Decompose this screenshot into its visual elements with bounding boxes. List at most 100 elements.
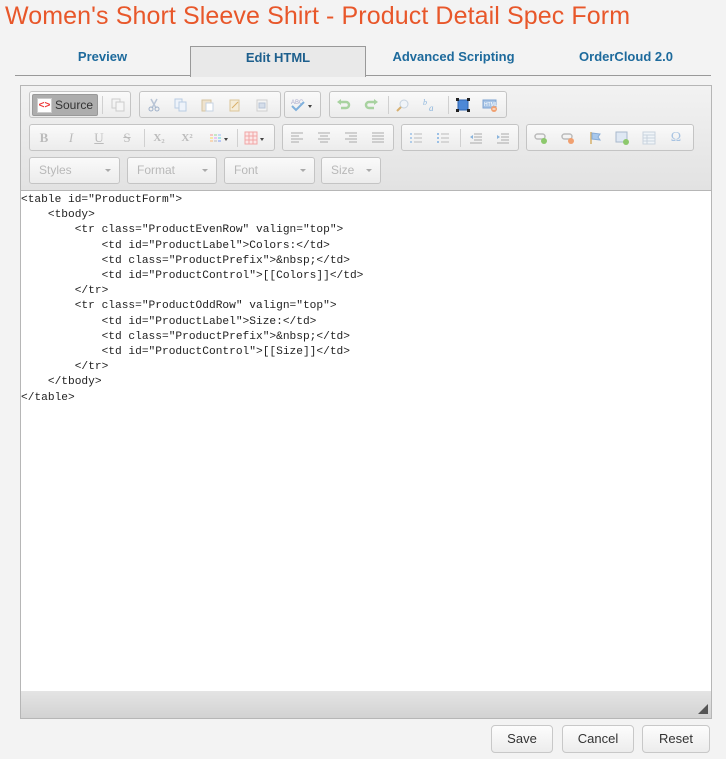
anchor-icon bbox=[590, 131, 602, 144]
resize-grip-icon[interactable] bbox=[698, 704, 708, 714]
italic-button[interactable]: I bbox=[60, 127, 82, 148]
editor-toolbar: <> Source ABC b a HTML B I U S X₂ X² Ω S… bbox=[21, 86, 711, 190]
source-icon: <> bbox=[37, 97, 52, 113]
size-label: Size bbox=[331, 163, 355, 177]
size-dropdown[interactable]: Size bbox=[321, 157, 381, 184]
styles-label: Styles bbox=[39, 163, 72, 177]
code-line: <td id="ProductControl">[[Colors]]</td> bbox=[21, 270, 364, 283]
superscript-button[interactable]: X² bbox=[176, 127, 198, 148]
subscript-button[interactable]: X₂ bbox=[148, 127, 170, 148]
align-right-icon bbox=[345, 132, 357, 142]
toolbar-group-clipboard bbox=[139, 91, 281, 118]
replace-icon: ba bbox=[423, 98, 434, 112]
paste-button[interactable] bbox=[197, 94, 219, 115]
underline-button[interactable]: U bbox=[88, 127, 110, 148]
templates-button[interactable] bbox=[107, 94, 129, 115]
tab-preview[interactable]: Preview bbox=[15, 46, 190, 76]
tab-advanced-scripting[interactable]: Advanced Scripting bbox=[366, 46, 541, 76]
paste-text-button[interactable] bbox=[224, 94, 246, 115]
replace-button[interactable]: ba bbox=[419, 94, 441, 115]
insert-table-button[interactable] bbox=[638, 127, 660, 148]
code-line: </table> bbox=[21, 391, 75, 404]
bold-button[interactable]: B bbox=[33, 127, 55, 148]
paste-word-icon bbox=[256, 99, 268, 111]
save-button[interactable]: Save bbox=[491, 725, 553, 753]
align-right-button[interactable] bbox=[340, 127, 362, 148]
paste-word-button[interactable] bbox=[251, 94, 273, 115]
image-button[interactable] bbox=[611, 127, 633, 148]
justify-icon bbox=[372, 132, 384, 142]
chevron-down-icon bbox=[105, 169, 111, 172]
cancel-button[interactable]: Cancel bbox=[562, 725, 634, 753]
format-label: Format bbox=[137, 163, 176, 177]
code-line: <tr class="ProductOddRow" valign="top"> bbox=[21, 300, 337, 313]
outdent-button[interactable] bbox=[465, 127, 487, 148]
tab-bar: Preview Edit HTML Advanced Scripting Ord… bbox=[15, 46, 711, 77]
justify-button[interactable] bbox=[367, 127, 389, 148]
link-button[interactable] bbox=[530, 127, 552, 148]
source-code: <table id="ProductForm"> <tbody> <tr cla… bbox=[21, 191, 711, 406]
text-color-button[interactable] bbox=[206, 127, 234, 148]
code-line: <table id="ProductForm"> bbox=[21, 194, 183, 206]
editor-status-bar bbox=[21, 691, 711, 718]
insert-table-icon bbox=[642, 131, 656, 144]
bulleted-list-button[interactable] bbox=[432, 127, 454, 148]
text-color-icon bbox=[210, 133, 228, 142]
templates-icon bbox=[111, 98, 125, 111]
chevron-down-icon bbox=[202, 169, 208, 172]
source-code-textarea[interactable]: <table id="ProductForm"> <tbody> <tr cla… bbox=[21, 190, 711, 692]
html-editor: <> Source ABC b a HTML B I U S X₂ X² Ω S… bbox=[20, 85, 712, 719]
source-button[interactable]: <> Source bbox=[32, 94, 98, 116]
table-button[interactable] bbox=[242, 127, 270, 148]
anchor-button[interactable] bbox=[584, 127, 606, 148]
paste-icon bbox=[201, 99, 214, 111]
align-left-icon bbox=[291, 132, 303, 142]
unlink-icon bbox=[561, 132, 574, 144]
code-line: <td id="ProductControl">[[Size]]</td> bbox=[21, 346, 350, 359]
code-line: <td id="ProductLabel">Colors:</td> bbox=[21, 239, 330, 252]
redo-button[interactable] bbox=[360, 94, 382, 115]
redo-icon bbox=[364, 98, 378, 109]
styles-dropdown[interactable]: Styles bbox=[29, 157, 120, 184]
toolbar-group-document: <> Source bbox=[29, 91, 131, 118]
table-icon bbox=[244, 131, 264, 144]
tab-ordercloud[interactable]: OrderCloud 2.0 bbox=[541, 46, 711, 76]
spellcheck-button[interactable]: ABC bbox=[288, 94, 318, 115]
link-icon bbox=[534, 132, 547, 144]
undo-icon bbox=[337, 98, 351, 109]
svg-text:b: b bbox=[423, 98, 427, 107]
font-dropdown[interactable]: Font bbox=[224, 157, 315, 184]
toolbar-group-lists bbox=[401, 124, 519, 151]
unlink-button[interactable] bbox=[557, 127, 579, 148]
special-char-button[interactable]: Ω bbox=[665, 127, 687, 148]
align-center-icon bbox=[318, 132, 330, 142]
code-line: </tbody> bbox=[21, 376, 102, 389]
toolbar-group-basic-styles: B I U S X₂ X² bbox=[29, 124, 275, 151]
indent-button[interactable] bbox=[492, 127, 514, 148]
copy-button[interactable] bbox=[170, 94, 192, 115]
find-button[interactable] bbox=[392, 94, 414, 115]
indent-icon bbox=[497, 133, 509, 143]
format-dropdown[interactable]: Format bbox=[127, 157, 217, 184]
remove-format-icon: HTML bbox=[482, 99, 498, 112]
remove-format-button[interactable]: HTML bbox=[479, 94, 501, 115]
source-label: Source bbox=[55, 98, 94, 112]
strike-button[interactable]: S bbox=[116, 127, 138, 148]
toolbar-group-align bbox=[282, 124, 394, 151]
cut-button[interactable] bbox=[143, 94, 165, 115]
code-line: <td id="ProductLabel">Size:</td> bbox=[21, 315, 317, 328]
code-line: </tr> bbox=[21, 285, 109, 298]
align-left-button[interactable] bbox=[286, 127, 308, 148]
reset-button[interactable]: Reset bbox=[642, 725, 710, 753]
spellcheck-icon: ABC bbox=[291, 100, 312, 111]
toolbar-group-insert: Ω bbox=[526, 124, 694, 151]
select-all-button[interactable] bbox=[452, 94, 474, 115]
align-center-button[interactable] bbox=[313, 127, 335, 148]
numbered-list-button[interactable] bbox=[405, 127, 427, 148]
tab-edit-html[interactable]: Edit HTML bbox=[190, 46, 366, 77]
code-line: <tr class="ProductEvenRow" valign="top"> bbox=[21, 224, 344, 237]
chevron-down-icon bbox=[366, 169, 372, 172]
undo-button[interactable] bbox=[333, 94, 355, 115]
select-all-icon bbox=[456, 97, 470, 112]
font-label: Font bbox=[234, 163, 259, 177]
